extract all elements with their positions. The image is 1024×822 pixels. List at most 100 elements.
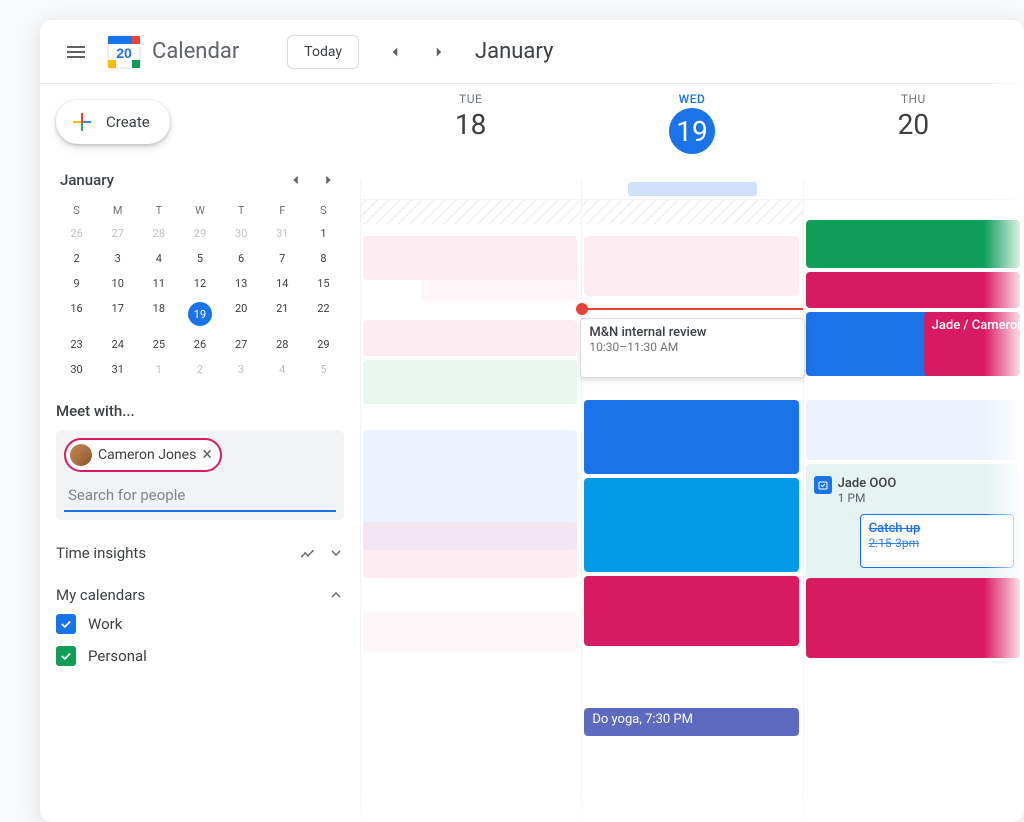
allday-event[interactable] — [628, 182, 758, 196]
minical-day-cell[interactable]: 30 — [221, 221, 262, 246]
minical-dow-cell: T — [221, 200, 262, 221]
day-number-label: 18 — [360, 108, 581, 141]
event-do-yoga[interactable]: Do yoga, 7:30 PM — [584, 708, 798, 736]
minical-day-cell[interactable]: 2 — [56, 246, 97, 271]
person-chip[interactable]: Cameron Jones × — [64, 438, 222, 472]
minical-day-cell[interactable]: 14 — [262, 271, 303, 296]
prev-period-button[interactable] — [375, 32, 415, 72]
calendar-label: Personal — [88, 647, 147, 665]
minical-day-cell[interactable]: 29 — [303, 332, 344, 357]
minical-day-cell[interactable]: 25 — [138, 332, 179, 357]
minical-day-cell[interactable]: 9 — [56, 271, 97, 296]
minical-day-cell[interactable]: 2 — [179, 357, 220, 382]
minical-day-cell[interactable]: 19 — [179, 296, 220, 332]
minical-day-cell[interactable]: 31 — [262, 221, 303, 246]
minical-day-cell[interactable]: 23 — [56, 332, 97, 357]
minical-day-cell[interactable]: 28 — [138, 221, 179, 246]
event-block[interactable] — [806, 272, 1020, 308]
calendar-logo-icon: 20 — [104, 32, 144, 72]
event-block[interactable] — [421, 260, 577, 302]
minical-day-cell[interactable]: 22 — [303, 296, 344, 332]
search-people-input[interactable] — [64, 476, 336, 512]
minical-day-cell[interactable]: 27 — [97, 221, 138, 246]
minical-day-cell[interactable]: 6 — [221, 246, 262, 271]
plus-icon — [70, 110, 94, 134]
minical-day-cell[interactable]: 4 — [262, 357, 303, 382]
event-block[interactable] — [584, 400, 798, 474]
calendar-item[interactable]: Personal — [56, 640, 344, 672]
event-block[interactable] — [363, 360, 577, 404]
event-catchup[interactable]: Catch up 2:15-3pm — [860, 514, 1014, 568]
minical-day-cell[interactable]: 26 — [179, 332, 220, 357]
minical-day-cell[interactable]: 1 — [138, 357, 179, 382]
my-calendars-toggle[interactable]: My calendars — [56, 582, 344, 608]
minical-day-cell[interactable]: 16 — [56, 296, 97, 332]
calendar-checkbox[interactable] — [56, 614, 76, 634]
minical-days-grid: 2627282930311234567891011121314151617181… — [56, 221, 344, 382]
minical-day-cell[interactable]: 17 — [97, 296, 138, 332]
event-block[interactable] — [806, 578, 1020, 658]
minical-day-cell[interactable]: 13 — [221, 271, 262, 296]
minical-day-cell[interactable]: 20 — [221, 296, 262, 332]
minical-day-cell[interactable]: 1 — [303, 221, 344, 246]
today-button[interactable]: Today — [287, 35, 359, 69]
ooo-event[interactable]: Jade OOO 1 PM — [814, 476, 897, 505]
create-button[interactable]: Create — [56, 100, 170, 144]
chip-remove-button[interactable]: × — [202, 446, 212, 464]
event-jade-cameron[interactable]: Jade / Cameron — [924, 312, 1020, 376]
minical-day-cell[interactable]: 5 — [179, 246, 220, 271]
minical-day-cell[interactable]: 11 — [138, 271, 179, 296]
main-menu-button[interactable] — [52, 28, 100, 76]
minical-day-cell[interactable]: 30 — [56, 357, 97, 382]
event-block[interactable] — [806, 400, 1020, 460]
minical-day-cell[interactable]: 27 — [221, 332, 262, 357]
minical-day-cell[interactable]: 28 — [262, 332, 303, 357]
chevron-left-icon — [386, 43, 404, 61]
trend-icon — [300, 545, 316, 561]
day-header[interactable]: WED19 — [581, 84, 802, 180]
calendar-checkbox[interactable] — [56, 646, 76, 666]
now-indicator — [582, 308, 802, 310]
current-month-label: January — [475, 39, 553, 64]
minical-day-cell[interactable]: 31 — [97, 357, 138, 382]
calendar-item[interactable]: Work — [56, 608, 344, 640]
chevron-down-icon — [328, 545, 344, 561]
minical-prev-button[interactable] — [284, 168, 308, 192]
day-number-label: 20 — [803, 108, 1024, 141]
minical-day-cell[interactable]: 26 — [56, 221, 97, 246]
event-block[interactable] — [363, 522, 577, 578]
my-calendars-label: My calendars — [56, 586, 145, 604]
event-popup[interactable]: M&N internal review 10:30–11:30 AM — [580, 318, 804, 378]
event-block[interactable] — [584, 236, 798, 296]
next-period-button[interactable] — [419, 32, 459, 72]
minical-day-cell[interactable]: 8 — [303, 246, 344, 271]
day-of-week-label: TUE — [360, 92, 581, 106]
chevron-up-icon — [328, 587, 344, 603]
minical-dow-cell: M — [97, 200, 138, 221]
minical-next-button[interactable] — [316, 168, 340, 192]
minical-day-cell[interactable]: 10 — [97, 271, 138, 296]
event-block[interactable] — [806, 220, 1020, 268]
minical-dow-row: SMTWTFS — [56, 200, 344, 221]
minical-day-cell[interactable]: 7 — [262, 246, 303, 271]
minical-day-cell[interactable]: 4 — [138, 246, 179, 271]
minical-day-cell[interactable]: 5 — [303, 357, 344, 382]
minical-day-cell[interactable]: 29 — [179, 221, 220, 246]
minical-day-cell[interactable]: 12 — [179, 271, 220, 296]
day-header[interactable]: TUE 18 — [360, 84, 581, 180]
event-block[interactable] — [584, 478, 798, 572]
event-block[interactable] — [363, 612, 577, 652]
event-block[interactable] — [363, 320, 577, 356]
calendar-label: Work — [88, 615, 122, 633]
day-header[interactable]: THU20 — [803, 84, 1024, 180]
time-insights-toggle[interactable]: Time insights — [56, 540, 344, 566]
day-number-label: 19 — [669, 108, 715, 154]
minical-day-cell[interactable]: 21 — [262, 296, 303, 332]
chevron-right-icon — [321, 173, 335, 187]
minical-day-cell[interactable]: 3 — [221, 357, 262, 382]
minical-day-cell[interactable]: 18 — [138, 296, 179, 332]
minical-day-cell[interactable]: 3 — [97, 246, 138, 271]
minical-day-cell[interactable]: 24 — [97, 332, 138, 357]
minical-day-cell[interactable]: 15 — [303, 271, 344, 296]
event-block[interactable] — [584, 576, 798, 646]
